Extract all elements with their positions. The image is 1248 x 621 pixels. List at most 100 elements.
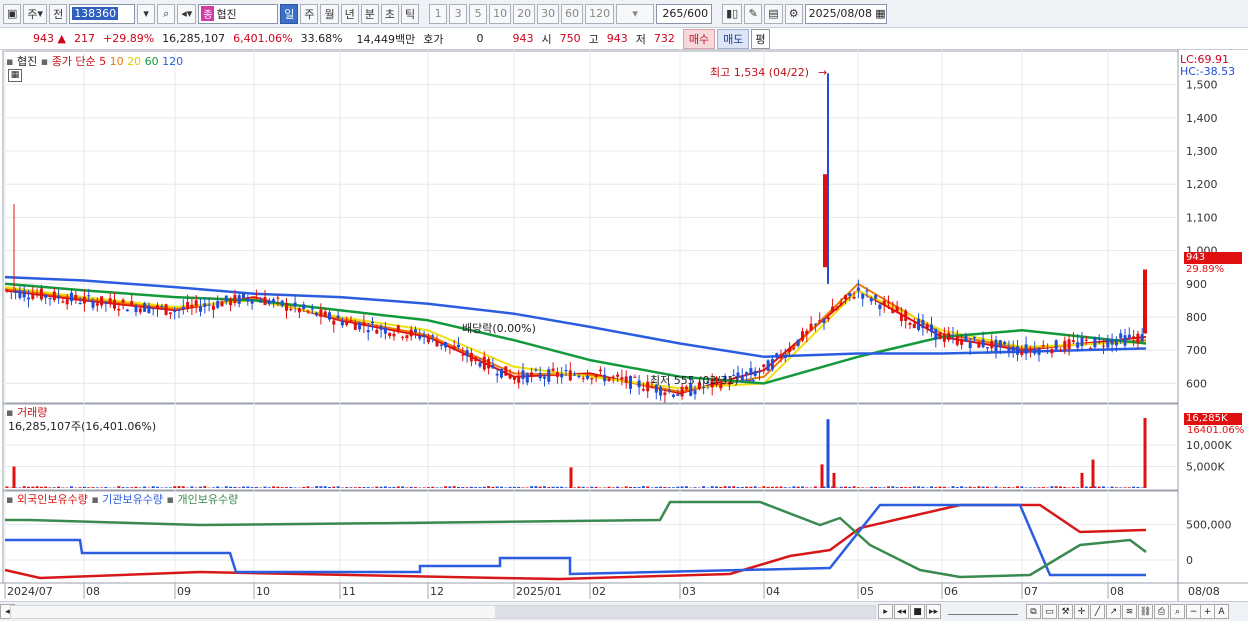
chart-svg[interactable]: 1,5001,4001,3001,2001,1001,0009008007006… [0,50,1248,601]
crosshair-icon[interactable]: ✛ [1074,604,1089,619]
market-select[interactable]: 주 ▾ [23,3,48,24]
candle-body [844,295,847,300]
search-icon[interactable]: ⌕ [157,3,176,24]
x-tick-label: 04 [766,585,780,598]
volume-bar [1011,487,1015,488]
candle-body [788,347,792,352]
avg-button[interactable]: 평 [751,28,770,49]
volume-bar [977,486,981,488]
copy-icon[interactable]: ⧉ [1026,604,1041,619]
candle-body [254,297,258,299]
candle-spike [823,174,827,268]
stock-name-box[interactable]: 종 협진 [198,3,279,24]
window-icon[interactable]: ▭ [1042,604,1057,619]
candle-body [835,307,839,310]
candle-body [912,323,916,329]
scroll-thumb[interactable] [495,606,875,618]
candle-body [998,340,1002,348]
volume-bar [904,487,908,488]
chart-area[interactable]: 1,5001,4001,3001,2001,1001,0009008007006… [0,50,1248,601]
volume-bar [482,486,486,488]
candle-icon[interactable]: ▮▯ [722,3,743,24]
low-arrow-icon: → [746,374,755,387]
period-day[interactable]: 일 [280,3,299,24]
period-second[interactable]: 초 [380,3,399,24]
volume-bar [1007,487,1011,488]
grid-icon[interactable]: ▦ [8,69,22,82]
forward-icon[interactable]: ▸▸ [926,604,941,619]
layout-icon[interactable]: ▣ [3,3,22,24]
period-year[interactable]: 년 [340,3,359,24]
volume-bar [319,486,323,488]
candle-body [405,335,409,339]
candle-body [1016,346,1019,355]
fib-tool-icon[interactable]: ≋ [1122,604,1137,619]
interval-60[interactable]: 60 [561,3,584,24]
volume-bar [590,486,594,488]
buy-button[interactable]: 매수 [682,28,716,49]
save-icon[interactable]: ▤ [764,3,783,24]
code-dropdown-icon[interactable]: ▾ [137,3,156,24]
calendar-icon[interactable]: ▦ [875,7,885,20]
sell-button[interactable]: 매도 [717,28,750,49]
candle-body [35,293,39,296]
date-input[interactable]: 2025/08/08 ▦ [804,3,887,24]
high-label: 고 [588,32,599,46]
draw-tool-icon[interactable]: ✎ [744,3,763,24]
print-icon[interactable]: ⎙ [1154,604,1169,619]
stop-icon[interactable]: ■ [910,604,925,619]
font-icon[interactable]: A [1214,604,1229,619]
sound-icon[interactable]: ◂▾ [177,3,197,24]
candle-body [345,321,349,325]
candle-body [598,369,602,372]
zoom-out-icon[interactable]: − [1186,604,1201,619]
interval-120[interactable]: 120 [585,3,615,24]
candle-body [151,308,155,310]
candle-body [203,303,207,307]
play-icon[interactable]: ▸ [878,604,893,619]
period-tick[interactable]: 틱 [400,3,420,24]
candle-body [951,334,955,336]
volume-bar [753,486,757,488]
candle-body [44,294,48,298]
candle-body [538,373,542,379]
candle-body [1041,345,1045,347]
line-tool-icon[interactable]: ╱ [1090,604,1105,619]
volume-bar [1003,487,1007,488]
interval-3[interactable]: 3 [449,3,468,24]
interval-dropdown[interactable]: ▾ [616,3,655,24]
period-week[interactable]: 주 [300,3,319,24]
candle-body [358,322,362,330]
count-input[interactable]: 265/600 [656,3,713,24]
prev-button[interactable]: 전 [49,3,68,24]
magnify-icon[interactable]: ⌕ [1170,604,1185,619]
rewind-icon[interactable]: ◂◂ [894,604,909,619]
gear-icon[interactable]: ⚙ [784,3,803,24]
candle-body [934,328,938,340]
interval-10[interactable]: 10 [489,3,512,24]
volume-bar [57,486,61,488]
candle-body [1050,349,1054,354]
link-icon[interactable]: ⛓ [1138,604,1153,619]
volume-bar [504,487,508,488]
code-input[interactable]: 138360 [69,3,136,24]
candle-body [487,359,491,369]
volume-bar [1037,487,1041,488]
interval-20[interactable]: 20 [513,3,536,24]
scrollbar[interactable] [10,605,876,619]
zoom-in-icon[interactable]: + [1200,604,1215,619]
interval-5[interactable]: 5 [469,3,488,24]
interval-30[interactable]: 30 [537,3,560,24]
volume-bar [650,487,654,488]
volume-bar [856,487,860,488]
volume-bar [500,486,503,488]
candle-body [818,319,822,321]
period-minute[interactable]: 분 [360,3,379,24]
current-price-tag: 943 [1184,252,1242,264]
trend-tool-icon[interactable]: ↗ [1106,604,1121,619]
speed-slider[interactable] [948,607,1018,615]
volume-bar [457,486,460,488]
period-month[interactable]: 월 [320,3,339,24]
interval-1[interactable]: 1 [429,3,448,24]
tool-icon[interactable]: ⚒ [1058,604,1073,619]
